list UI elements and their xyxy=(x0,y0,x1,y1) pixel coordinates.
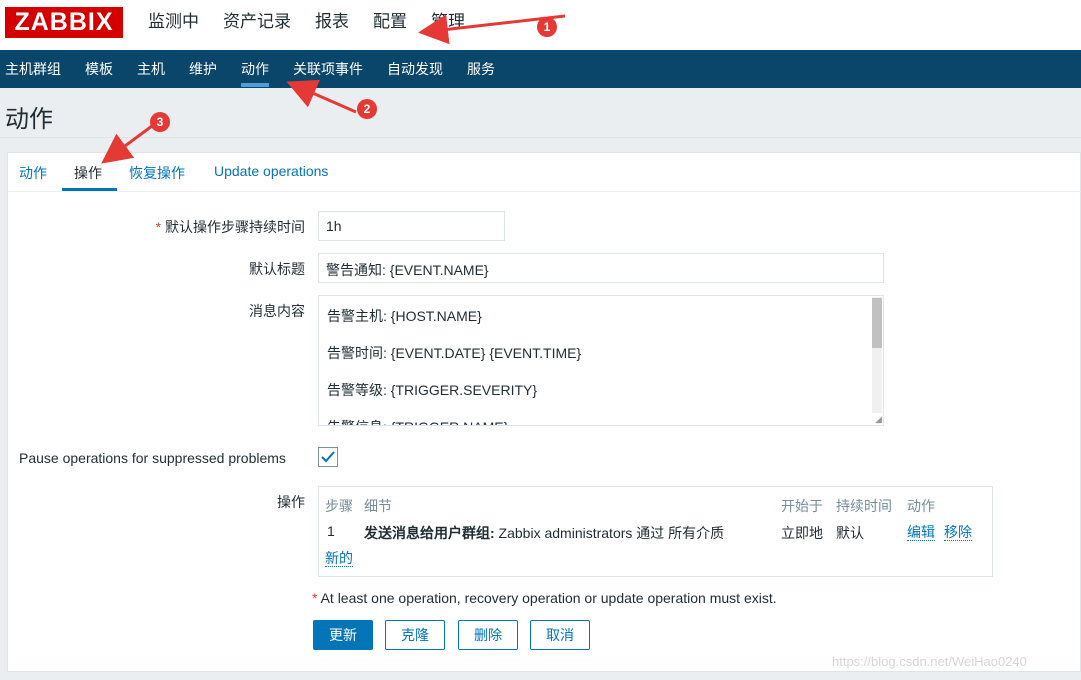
default-subject-input[interactable]: 警告通知: {EVENT.NAME} xyxy=(318,253,884,283)
tab-operations[interactable]: 操作 xyxy=(74,163,102,183)
step-duration-label: * 默认操作步骤持续时间 xyxy=(155,219,305,235)
pause-operations-label: Pause operations for suppressed problems xyxy=(19,450,286,466)
column-details: 细节 xyxy=(364,498,392,514)
page-title: 动作 xyxy=(5,106,53,133)
sub-menu-bar: 主机群组 模板 主机 维护 动作 关联项事件 自动发现 服务 xyxy=(0,50,1081,88)
message-line-3: 告警等级: {TRIGGER.SEVERITY} xyxy=(327,382,538,398)
sub-menu-correlation[interactable]: 关联项事件 xyxy=(293,50,363,88)
resize-handle-icon[interactable]: ◢ xyxy=(875,415,882,424)
operations-table: 步骤 细节 开始于 持续时间 动作 1 发送消息给用户群组: Zabbix ad… xyxy=(318,486,993,577)
top-menu-reports[interactable]: 报表 xyxy=(315,0,349,50)
message-line-1: 告警主机: {HOST.NAME} xyxy=(327,308,482,324)
message-scroll-thumb[interactable] xyxy=(872,298,882,348)
annotation-badge-3: 3 xyxy=(150,112,170,132)
operations-label: 操作 xyxy=(277,494,305,510)
column-step: 步骤 xyxy=(325,498,353,514)
sub-menu-templates[interactable]: 模板 xyxy=(85,50,113,88)
pause-operations-checkbox[interactable] xyxy=(318,447,338,467)
sub-menu-hosts[interactable]: 主机 xyxy=(137,50,165,88)
operation-start: 立即地 xyxy=(781,525,823,541)
edit-operation-link[interactable]: 编辑 xyxy=(907,524,935,541)
sub-menu: 主机群组 模板 主机 维护 动作 关联项事件 自动发现 服务 xyxy=(5,50,519,88)
new-operation-link[interactable]: 新的 xyxy=(325,550,353,567)
column-duration: 持续时间 xyxy=(836,498,892,514)
top-menu-monitoring[interactable]: 监测中 xyxy=(148,0,199,50)
active-tab-indicator xyxy=(62,188,117,191)
operation-duration: 默认 xyxy=(836,525,864,541)
message-textarea[interactable]: 告警主机: {HOST.NAME} 告警时间: {EVENT.DATE} {EV… xyxy=(318,295,884,426)
column-start-in: 开始于 xyxy=(781,498,823,514)
remove-operation-link[interactable]: 移除 xyxy=(944,524,972,541)
cancel-button[interactable]: 取消 xyxy=(530,620,590,650)
operation-step: 1 xyxy=(327,523,335,539)
annotation-badge-1: 1 xyxy=(537,17,557,37)
annotation-badge-2: 2 xyxy=(357,99,377,119)
tab-action[interactable]: 动作 xyxy=(19,163,47,183)
step-duration-input[interactable]: 1h xyxy=(318,211,505,241)
top-menu: 监测中 资产记录 报表 配置 管理 xyxy=(148,0,489,50)
top-menu-administration[interactable]: 管理 xyxy=(431,0,465,50)
message-line-4: 告警信息: {TRIGGER.NAME} xyxy=(327,417,508,425)
watermark: https://blog.csdn.net/WeiHao0240 xyxy=(832,654,1027,669)
operations-required-note: * At least one operation, recovery opera… xyxy=(312,590,777,606)
operation-details: 发送消息给用户群组: Zabbix administrators 通过 所有介质 xyxy=(364,525,725,541)
top-menu-configuration[interactable]: 配置 xyxy=(373,0,407,50)
sub-menu-discovery[interactable]: 自动发现 xyxy=(387,50,443,88)
clone-button[interactable]: 克隆 xyxy=(385,620,445,650)
sub-menu-host-groups[interactable]: 主机群组 xyxy=(5,50,61,88)
message-label: 消息内容 xyxy=(249,303,305,319)
action-form-panel: 动作 操作 恢复操作 Update operations * 默认操作步骤持续时… xyxy=(7,152,1081,672)
zabbix-logo[interactable]: ZABBIX xyxy=(5,7,123,38)
sub-menu-actions[interactable]: 动作 xyxy=(241,50,269,88)
top-menu-inventory[interactable]: 资产记录 xyxy=(223,0,291,50)
column-action: 动作 xyxy=(907,498,935,514)
message-line-2: 告警时间: {EVENT.DATE} {EVENT.TIME} xyxy=(327,345,582,361)
update-button[interactable]: 更新 xyxy=(313,620,373,650)
tab-bar: 动作 操作 恢复操作 Update operations xyxy=(8,153,1081,192)
delete-button[interactable]: 删除 xyxy=(458,620,518,650)
sub-menu-services[interactable]: 服务 xyxy=(467,50,495,88)
tab-update-operations[interactable]: Update operations xyxy=(214,163,328,179)
checkmark-icon xyxy=(321,451,335,463)
default-subject-label: 默认标题 xyxy=(249,261,305,277)
tab-recovery-operations[interactable]: 恢复操作 xyxy=(129,163,185,183)
required-mark: * xyxy=(155,219,162,235)
sub-menu-maintenance[interactable]: 维护 xyxy=(189,50,217,88)
